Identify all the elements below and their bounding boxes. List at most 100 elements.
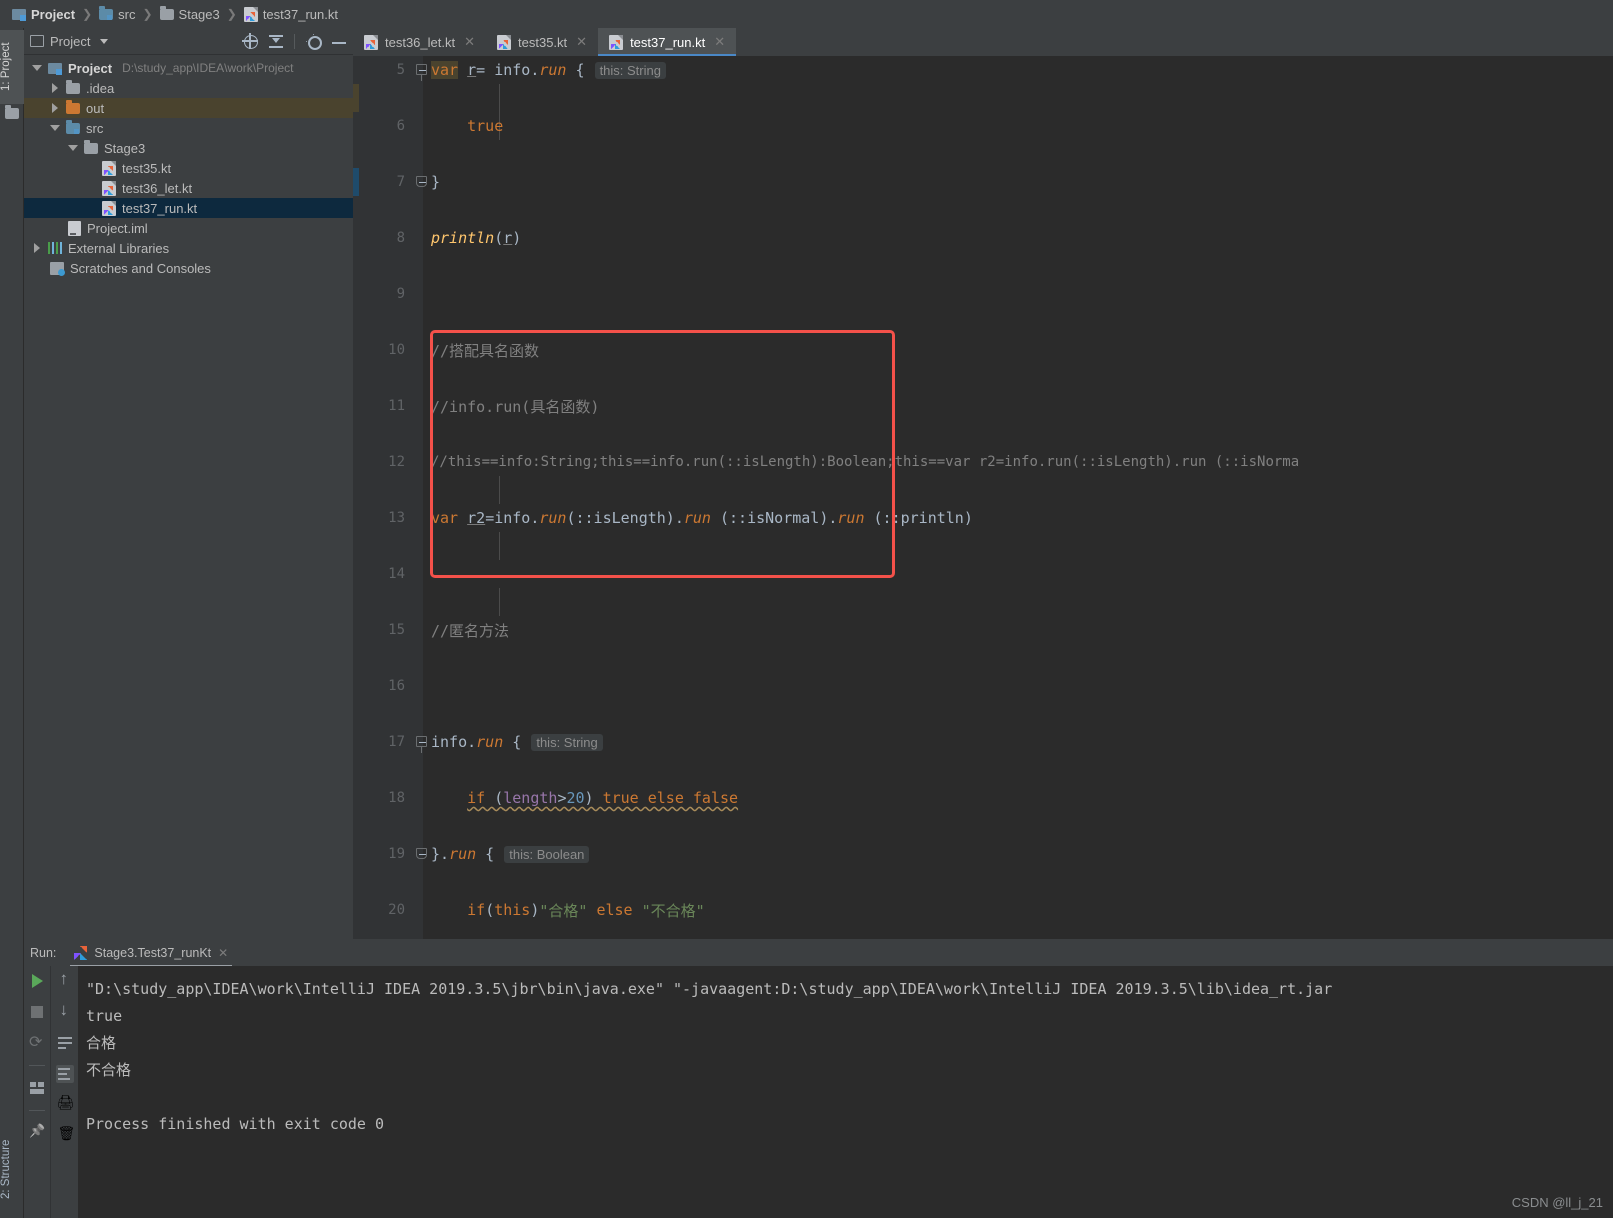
hide-icon[interactable] xyxy=(331,33,347,49)
tree-node-src[interactable]: src xyxy=(24,118,353,138)
pin-icon[interactable] xyxy=(28,1124,46,1142)
editor-tab-bar: test36_let.kt ✕ test35.kt ✕ test37_run.k… xyxy=(353,28,1613,56)
fold-icon[interactable] xyxy=(415,735,429,753)
chevron-down-icon[interactable] xyxy=(100,38,109,44)
fold-end-icon[interactable] xyxy=(415,847,429,861)
tree-node-project-iml[interactable]: Project.iml xyxy=(24,218,353,238)
tree-node-out[interactable]: out xyxy=(24,98,353,118)
tree-node-project[interactable]: Project D:\study_app\IDEA\work\Project xyxy=(24,58,353,78)
line-number: 8 xyxy=(396,230,405,246)
code-line[interactable]: 14 xyxy=(353,560,1613,588)
tree-node-label: Scratches and Consoles xyxy=(70,260,211,276)
scroll-up-icon[interactable] xyxy=(56,969,74,990)
code-line[interactable]: 19 }. run { this: Boolean xyxy=(353,840,1613,868)
breadcrumb-item-file[interactable]: test37_run.kt xyxy=(242,6,340,22)
tool-window-tab-structure[interactable]: 2: Structure xyxy=(0,1126,24,1212)
tree-node-test36-let[interactable]: test36_let.kt xyxy=(24,178,353,198)
breadcrumb-item-project[interactable]: Project xyxy=(10,7,77,22)
code-line[interactable]: 16 xyxy=(353,672,1613,700)
code-line[interactable]: 6 true xyxy=(353,112,1613,140)
print-icon[interactable] xyxy=(56,1096,74,1114)
line-number: 6 xyxy=(396,118,405,134)
code-line[interactable]: 17 info. run { this: String xyxy=(353,728,1613,756)
chevron-down-icon[interactable] xyxy=(50,123,60,133)
code-line[interactable]: 12 //this==info:String;this==info.run(::… xyxy=(353,448,1613,476)
run-configuration-tab[interactable]: Stage3.Test37_runKt ✕ xyxy=(66,941,236,967)
code-text: if (length>20) true else false xyxy=(467,789,739,807)
breadcrumb: Project ❯ src ❯ Stage3 ❯ test37_run.kt xyxy=(0,0,1613,28)
close-icon[interactable]: ✕ xyxy=(714,34,725,50)
tree-node-scratches[interactable]: Scratches and Consoles xyxy=(24,258,353,278)
soft-wrap-icon[interactable] xyxy=(56,1034,74,1052)
line-number: 19 xyxy=(388,846,405,862)
settings-gear-icon[interactable] xyxy=(305,33,322,50)
scroll-down-icon[interactable] xyxy=(56,1000,74,1021)
rerun-icon[interactable] xyxy=(28,1032,46,1052)
kotlin-file-icon xyxy=(364,34,378,50)
project-pane-title-group[interactable]: Project xyxy=(30,34,109,49)
code-editor[interactable]: 5 var r = info. run { this: String 6 true … xyxy=(353,56,1613,1199)
code-line[interactable]: 5 var r = info. run { this: String xyxy=(353,56,1613,84)
code-line[interactable]: 8 println(r) xyxy=(353,224,1613,252)
tree-node-label: test35.kt xyxy=(122,160,172,176)
tree-node-test35[interactable]: test35.kt xyxy=(24,158,353,178)
collapse-all-icon[interactable] xyxy=(268,33,284,49)
code-text: } xyxy=(431,173,441,191)
layout-icon[interactable] xyxy=(28,1079,46,1097)
tree-node-stage3[interactable]: Stage3 xyxy=(24,138,353,158)
line-number: 18 xyxy=(388,790,405,806)
tool-window-tab-project[interactable]: 1: Project xyxy=(0,30,24,104)
package-icon xyxy=(84,139,98,154)
code-text: true xyxy=(467,117,504,135)
editor-tab-test36-let[interactable]: test36_let.kt ✕ xyxy=(353,28,486,56)
clear-all-icon[interactable] xyxy=(56,1127,74,1145)
chevron-down-icon[interactable] xyxy=(32,63,42,73)
code-line[interactable]: 9 xyxy=(353,280,1613,308)
kotlin-file-icon xyxy=(497,34,512,50)
close-icon[interactable]: ✕ xyxy=(218,946,228,960)
editor-tab-test37-run[interactable]: test37_run.kt ✕ xyxy=(598,28,737,56)
breadcrumb-label: test37_run.kt xyxy=(262,6,338,22)
breadcrumb-item-stage3[interactable]: Stage3 xyxy=(158,5,222,22)
locate-icon[interactable] xyxy=(242,33,258,49)
divider xyxy=(29,1110,45,1111)
line-number: 7 xyxy=(396,174,405,190)
iml-file-icon xyxy=(68,220,81,236)
close-icon[interactable]: ✕ xyxy=(464,34,475,50)
code-line[interactable]: 10 //搭配具名函数 xyxy=(353,336,1613,364)
code-line[interactable]: 13 var r2 =info. run (::isLength). run (::is… xyxy=(353,504,1613,532)
chevron-right-icon[interactable] xyxy=(32,243,42,253)
code-line[interactable]: 18 if (length>20) true else false xyxy=(353,784,1613,812)
tree-node-label: test37_run.kt xyxy=(122,200,198,216)
line-number: 11 xyxy=(388,398,405,414)
line-number: 9 xyxy=(396,286,405,302)
line-number: 16 xyxy=(388,678,405,694)
divider xyxy=(294,33,295,49)
run-icon[interactable] xyxy=(28,972,46,990)
scroll-to-end-icon[interactable] xyxy=(55,1065,74,1083)
code-line[interactable]: 7 } xyxy=(353,168,1613,196)
line-number: 14 xyxy=(388,566,405,582)
console-output[interactable]: "D:\study_app\IDEA\work\IntelliJ IDEA 20… xyxy=(78,966,1613,1218)
tree-node-test37-run[interactable]: test37_run.kt xyxy=(24,198,353,218)
project-view-icon xyxy=(30,35,44,47)
kotlin-file-icon xyxy=(609,34,624,50)
stop-icon[interactable] xyxy=(28,1003,46,1021)
tree-node-label: Stage3 xyxy=(104,140,146,156)
code-line[interactable]: 20 if(this) "合格" else "不合格" xyxy=(353,896,1613,924)
code-line[interactable]: 11 //info.run(具名函数) xyxy=(353,392,1613,420)
chevron-down-icon[interactable] xyxy=(68,143,78,153)
fold-end-icon[interactable] xyxy=(415,175,429,189)
chevron-right-icon[interactable] xyxy=(50,103,60,113)
code-line[interactable]: 15 //匿名方法 xyxy=(353,616,1613,644)
close-icon[interactable]: ✕ xyxy=(576,34,587,50)
fold-icon[interactable] xyxy=(415,63,429,81)
tree-node-external-libraries[interactable]: External Libraries xyxy=(24,238,353,258)
tree-node-idea[interactable]: .idea xyxy=(24,78,353,98)
module-icon xyxy=(12,8,26,21)
breadcrumb-item-src[interactable]: src xyxy=(97,5,137,22)
folder-src-icon xyxy=(66,119,80,134)
code-text: if(this) "合格" else "不合格" xyxy=(467,901,705,920)
chevron-right-icon[interactable] xyxy=(50,83,60,93)
editor-tab-test35[interactable]: test35.kt ✕ xyxy=(486,28,598,56)
